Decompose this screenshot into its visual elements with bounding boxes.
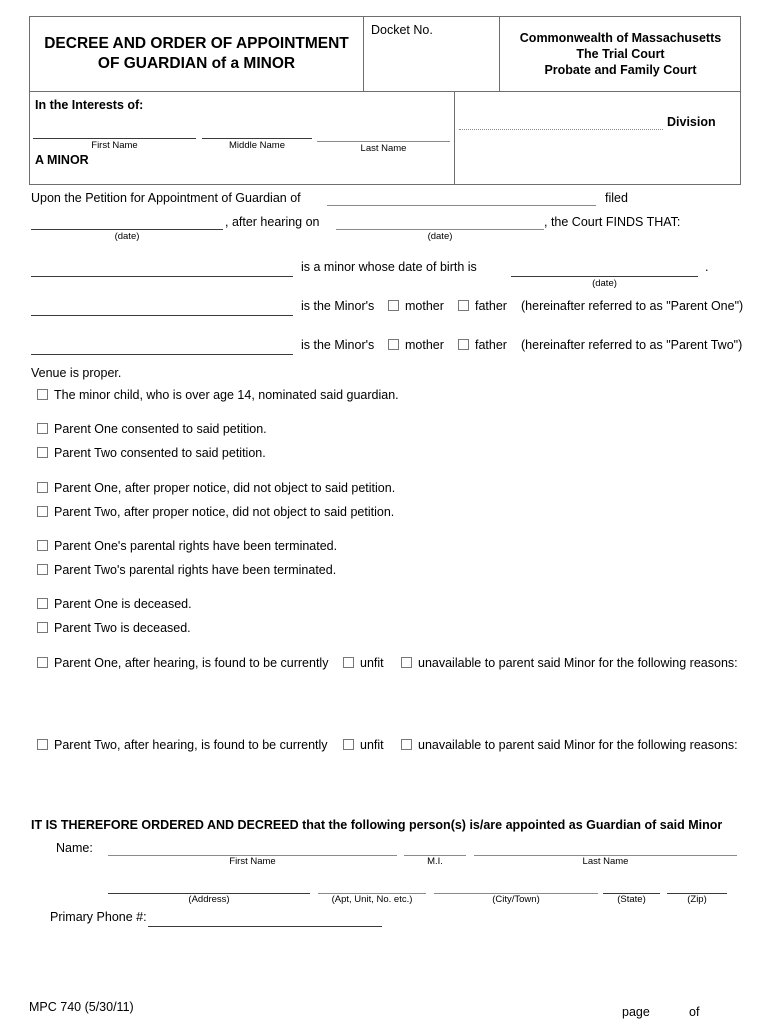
parent-one-hearing-prefix: Parent One, after hearing, is found to b… [54, 656, 329, 670]
header-top-row: DECREE AND ORDER OF APPOINTMENT OF GUARD… [30, 17, 740, 91]
minor-first-name-caption: First Name [91, 140, 138, 151]
checkbox-parent-two-deceased[interactable] [37, 622, 48, 633]
form-number: MPC 740 (5/30/11) [29, 1000, 134, 1014]
after-hearing-on-label: , after hearing on [225, 215, 320, 229]
court-finds-that-label: , the Court FINDS THAT: [544, 215, 681, 229]
primary-phone-label: Primary Phone #: [50, 910, 147, 924]
parent-two-unavailable-label: unavailable to parent said Minor for the… [418, 738, 738, 752]
docket-no-cell[interactable]: Docket No. [364, 17, 499, 91]
parent-one-suffix: (hereinafter referred to as "Parent One"… [521, 299, 744, 313]
parent-two-father-checkbox[interactable] [458, 339, 469, 350]
parent-one-mother-checkbox[interactable] [388, 300, 399, 311]
decree-text: IT IS THEREFORE ORDERED AND DECREED that… [31, 818, 723, 832]
guardian-city-caption: (City/Town) [492, 894, 540, 905]
minor-last-name-caption: Last Name [360, 143, 407, 154]
checklist-label-0: The minor child, who is over age 14, nom… [54, 388, 399, 402]
checkbox-parent-two-consented[interactable] [37, 447, 48, 458]
checkbox-parent-two-no-object[interactable] [37, 506, 48, 517]
parent-two-name-field[interactable] [31, 354, 293, 355]
minor-dob-caption: (date) [592, 278, 617, 289]
page-label: page [622, 1005, 650, 1019]
checkbox-nominated-guardian[interactable] [37, 389, 48, 400]
hearing-date-caption: (date) [427, 231, 453, 242]
parent-two-suffix: (hereinafter referred to as "Parent Two"… [521, 338, 743, 352]
guardian-zip-caption: (Zip) [687, 894, 707, 905]
petition-filed-date-field[interactable] [31, 229, 223, 230]
checklist-label-4: Parent Two, after proper notice, did not… [54, 505, 395, 519]
parent-two-hearing-prefix: Parent Two, after hearing, is found to b… [54, 738, 328, 752]
checklist-label-1: Parent One consented to said petition. [54, 422, 267, 436]
parent-one-mother-label: mother [405, 299, 444, 313]
petition-line1-prefix: Upon the Petition for Appointment of Gua… [31, 191, 301, 205]
guardian-state-caption: (State) [617, 894, 646, 905]
checkbox-parent-one-hearing[interactable] [37, 657, 48, 668]
parent-two-prefix: is the Minor's [301, 338, 375, 352]
parent-two-mother-label: mother [405, 338, 444, 352]
minor-middle-name-caption: Middle Name [229, 140, 285, 151]
parent-two-mother-checkbox[interactable] [388, 339, 399, 350]
header-bottom-row: In the Interests of: First Name Middle N… [30, 91, 740, 185]
guardian-name-label: Name: [56, 841, 93, 855]
page-of-label: of [689, 1005, 700, 1019]
minor-dob-text: is a minor whose date of birth is [301, 260, 477, 274]
checkbox-parent-one-no-object[interactable] [37, 482, 48, 493]
checklist-label-3: Parent One, after proper notice, did not… [54, 481, 396, 495]
checkbox-parent-one-consented[interactable] [37, 423, 48, 434]
court-line-2: The Trial Court [576, 47, 665, 61]
guardian-mi-caption: M.I. [427, 856, 443, 867]
checkbox-parent-one-unavailable[interactable] [401, 657, 412, 668]
checklist-label-8: Parent Two is deceased. [54, 621, 191, 635]
parent-one-father-checkbox[interactable] [458, 300, 469, 311]
a-minor-label: A MINOR [35, 153, 89, 167]
hearing-date-field[interactable] [336, 229, 544, 230]
court-identity: Commonwealth of Massachusetts The Trial … [500, 17, 741, 91]
parent-two-unfit-label: unfit [360, 738, 384, 752]
docket-no-label: Docket No. [371, 23, 433, 37]
in-the-interests-of-label: In the Interests of: [35, 98, 144, 112]
parent-one-father-label: father [475, 299, 507, 313]
minor-last-name-field[interactable] [317, 141, 450, 142]
dob-period: . [705, 260, 709, 274]
petition-guardian-field[interactable] [327, 205, 596, 206]
minor-name-field[interactable] [31, 276, 293, 277]
venue-label: Venue is proper. [31, 366, 122, 380]
checklist-label-5: Parent One's parental rights have been t… [54, 539, 338, 553]
parent-one-name-field[interactable] [31, 315, 293, 316]
parent-one-unfit-label: unfit [360, 656, 384, 670]
petition-filed-label: filed [605, 191, 628, 205]
division-cell: Division [455, 91, 741, 185]
guardian-address-caption: (Address) [188, 894, 230, 905]
guardian-last-name-caption: Last Name [582, 856, 629, 867]
checkbox-parent-one-deceased[interactable] [37, 598, 48, 609]
minor-first-name-field[interactable] [33, 138, 196, 139]
court-line-3: Probate and Family Court [544, 63, 697, 77]
parent-two-father-label: father [475, 338, 507, 352]
checkbox-parent-two-rights-terminated[interactable] [37, 564, 48, 575]
parent-one-unavailable-label: unavailable to parent said Minor for the… [418, 656, 738, 670]
court-line-1: Commonwealth of Massachusetts [519, 31, 722, 45]
minor-middle-name-field[interactable] [202, 138, 312, 139]
checkbox-parent-one-rights-terminated[interactable] [37, 540, 48, 551]
in-the-interests-of-cell: In the Interests of: First Name Middle N… [30, 91, 454, 185]
checklist-label-7: Parent One is deceased. [54, 597, 192, 611]
guardian-first-name-caption: First Name [229, 856, 276, 867]
checkbox-parent-two-unfit[interactable] [343, 739, 354, 750]
minor-dob-field[interactable] [511, 276, 698, 277]
form-page: DECREE AND ORDER OF APPOINTMENT OF GUARD… [0, 0, 770, 1024]
checkbox-parent-two-unavailable[interactable] [401, 739, 412, 750]
primary-phone-field[interactable] [148, 926, 382, 927]
form-title: DECREE AND ORDER OF APPOINTMENT OF GUARD… [44, 35, 349, 72]
petition-filed-date-caption: (date) [114, 231, 140, 242]
checklist-label-2: Parent Two consented to said petition. [54, 446, 266, 460]
checkbox-parent-one-unfit[interactable] [343, 657, 354, 668]
division-field[interactable] [459, 129, 663, 130]
header-table: DECREE AND ORDER OF APPOINTMENT OF GUARD… [29, 16, 741, 185]
division-label: Division [667, 115, 716, 129]
guardian-apt-caption: (Apt, Unit, No. etc.) [331, 894, 413, 905]
checklist-label-6: Parent Two's parental rights have been t… [54, 563, 337, 577]
checkbox-parent-two-hearing[interactable] [37, 739, 48, 750]
parent-one-prefix: is the Minor's [301, 299, 375, 313]
